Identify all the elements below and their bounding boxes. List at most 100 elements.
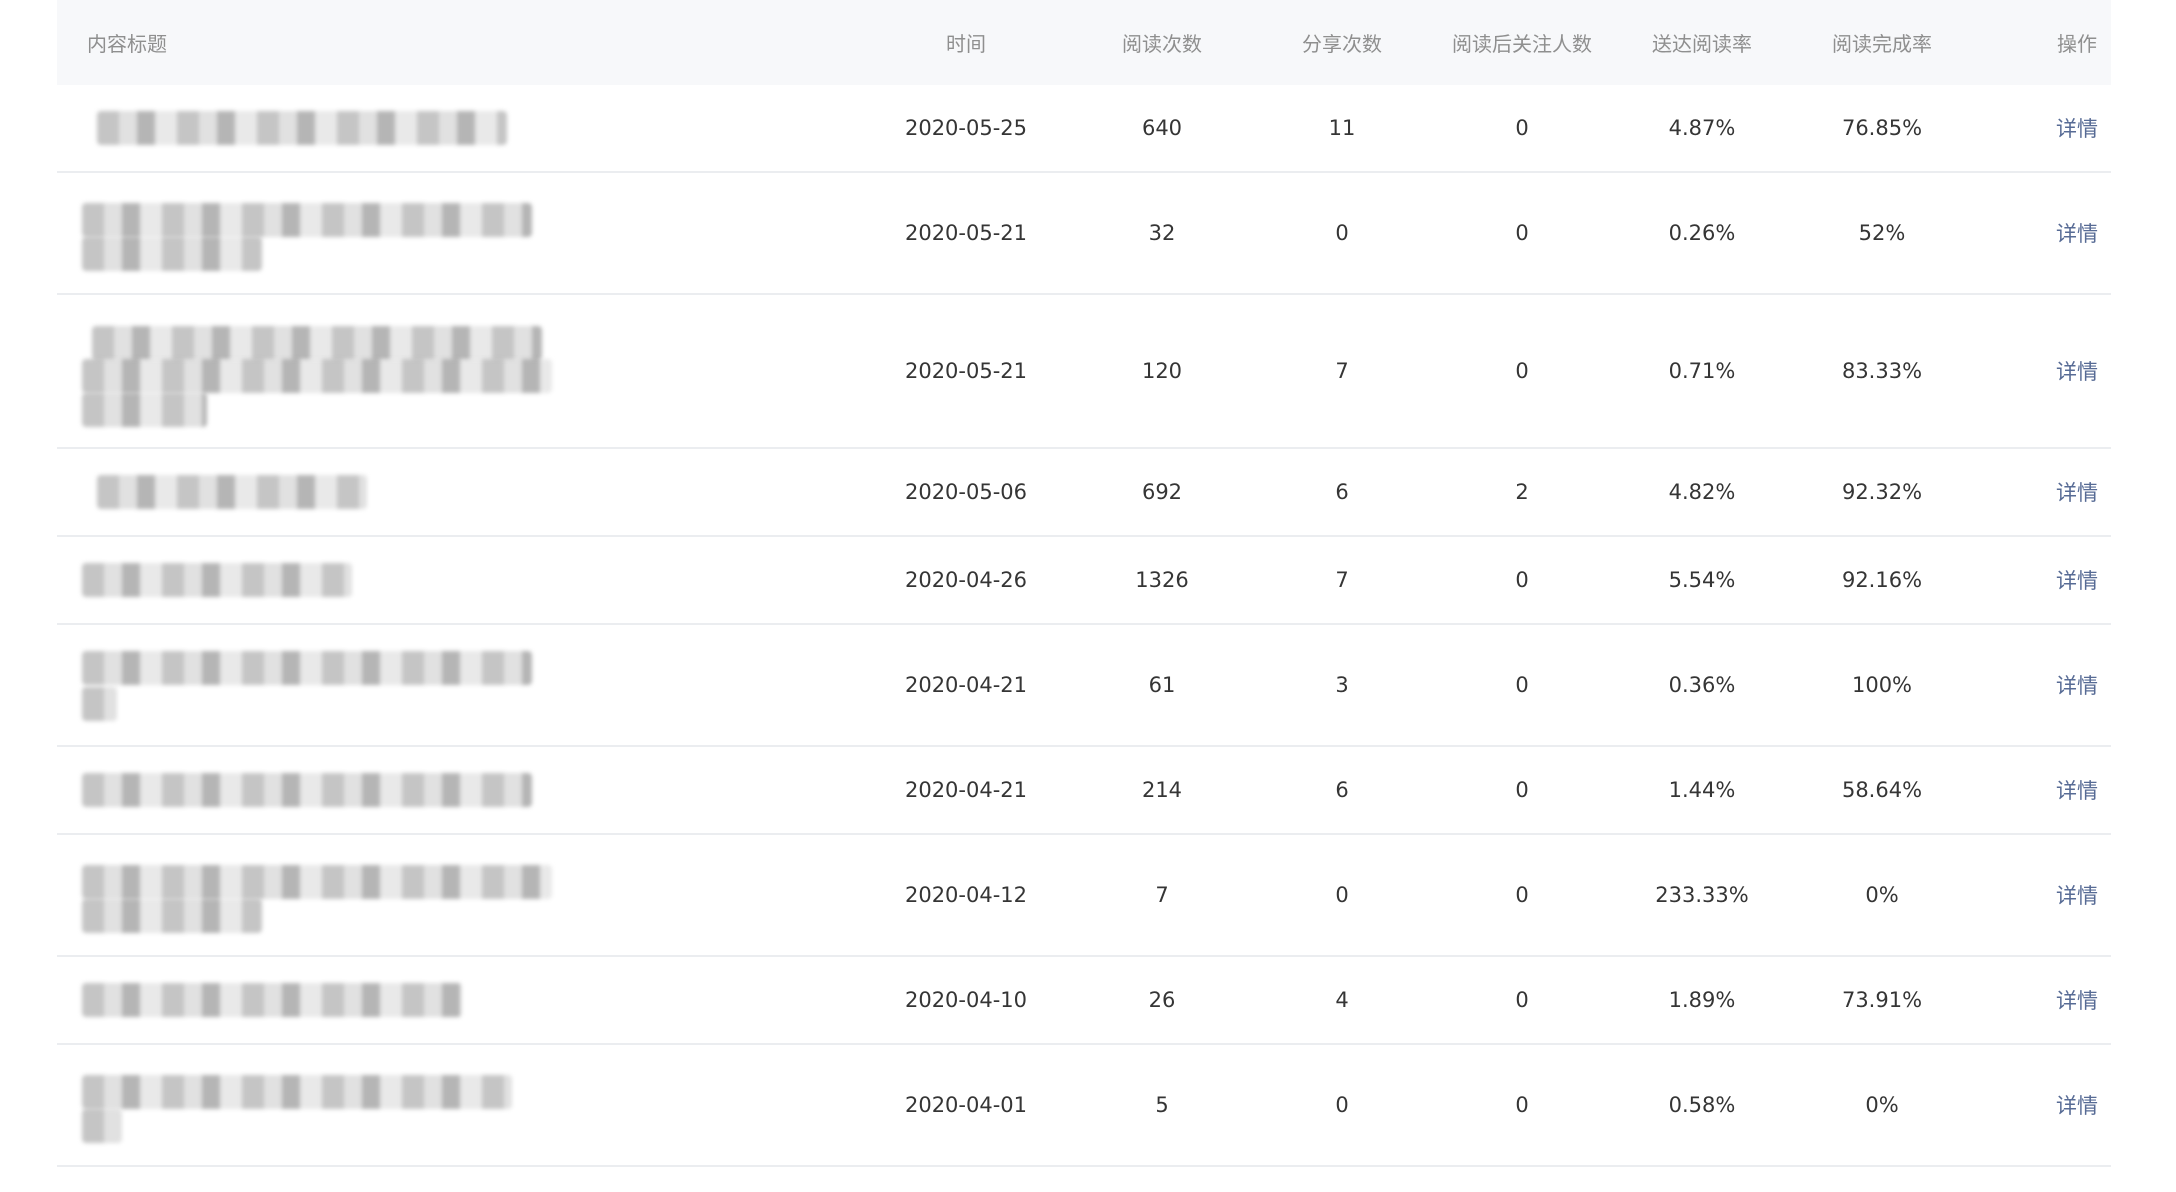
title-blurred	[82, 295, 687, 447]
table-row: 2020-04-01 5 0 0 0.58% 0% 详情	[57, 1045, 2111, 1167]
delivery-rate-cell: 4.87%	[1668, 116, 1736, 140]
details-link[interactable]: 详情	[2056, 670, 2098, 700]
delivery-rate-cell: 0.26%	[1668, 221, 1736, 245]
details-link[interactable]: 详情	[2056, 356, 2098, 386]
details-link[interactable]: 详情	[2056, 775, 2098, 805]
delivery-rate-cell: 5.54%	[1668, 568, 1736, 592]
shares-cell: 7	[1335, 359, 1349, 383]
title-blurred	[87, 449, 687, 535]
details-link[interactable]: 详情	[2056, 985, 2098, 1015]
completion-rate-cell: 73.91%	[1841, 988, 1923, 1012]
shares-cell: 3	[1335, 673, 1349, 697]
table-row: 2020-05-06 692 6 2 4.82% 92.32% 详情	[57, 449, 2111, 537]
follows-cell: 0	[1515, 673, 1529, 697]
table-row: 2020-05-25 640 11 0 4.87% 76.85% 详情	[57, 85, 2111, 173]
header-delivery-rate: 送达阅读率	[1652, 32, 1752, 56]
header-reads: 阅读次数	[1122, 32, 1202, 56]
shares-cell: 0	[1335, 883, 1349, 907]
article-stats-page: 内容标题 时间 阅读次数 分享次数 阅读后关注人数 送达阅读率 阅读完成率 操作…	[0, 0, 2176, 1192]
title-blurred	[82, 747, 687, 833]
reads-cell: 5	[1155, 1093, 1169, 1117]
details-link-cell: 详情	[1977, 625, 2176, 745]
follows-cell: 2	[1515, 480, 1529, 504]
completion-rate-cell: 92.32%	[1841, 480, 1923, 504]
header-title: 内容标题	[87, 32, 167, 56]
article-stats-table: 内容标题 时间 阅读次数 分享次数 阅读后关注人数 送达阅读率 阅读完成率 操作…	[57, 0, 2111, 1167]
details-link-cell: 详情	[1977, 957, 2176, 1043]
details-link[interactable]: 详情	[2056, 1090, 2098, 1120]
details-link-cell: 详情	[1977, 747, 2176, 833]
delivery-rate-cell: 1.44%	[1668, 778, 1736, 802]
shares-cell: 7	[1335, 568, 1349, 592]
details-link[interactable]: 详情	[2056, 218, 2098, 248]
follows-cell: 0	[1515, 988, 1529, 1012]
delivery-rate-cell: 1.89%	[1668, 988, 1736, 1012]
details-link-cell: 详情	[1977, 537, 2176, 623]
title-blurred	[82, 957, 687, 1043]
follows-cell: 0	[1515, 359, 1529, 383]
delivery-rate-cell: 0.58%	[1668, 1093, 1736, 1117]
reads-cell: 32	[1148, 221, 1176, 245]
table-row: 2020-05-21 32 0 0 0.26% 52% 详情	[57, 173, 2111, 295]
title-blurred	[82, 1045, 687, 1165]
title-blurred	[82, 173, 687, 293]
shares-cell: 11	[1328, 116, 1356, 140]
delivery-rate-cell: 0.71%	[1668, 359, 1736, 383]
details-link[interactable]: 详情	[2056, 565, 2098, 595]
delivery-rate-cell: 233.33%	[1655, 883, 1749, 907]
title-blurred	[82, 537, 687, 623]
details-link[interactable]: 详情	[2056, 113, 2098, 143]
table-row: 2020-04-26 1326 7 0 5.54% 92.16% 详情	[57, 537, 2111, 625]
table-row: 2020-04-21 61 3 0 0.36% 100% 详情	[57, 625, 2111, 747]
title-blurred	[82, 625, 687, 745]
reads-cell: 214	[1141, 778, 1183, 802]
header-completion-rate: 阅读完成率	[1832, 32, 1932, 56]
details-link-cell: 详情	[1977, 173, 2176, 293]
completion-rate-cell: 92.16%	[1841, 568, 1923, 592]
table-row: 2020-04-21 214 6 0 1.44% 58.64% 详情	[57, 747, 2111, 835]
shares-cell: 0	[1335, 1093, 1349, 1117]
completion-rate-cell: 100%	[1851, 673, 1913, 697]
shares-cell: 0	[1335, 221, 1349, 245]
follows-cell: 0	[1515, 116, 1529, 140]
details-link[interactable]: 详情	[2056, 880, 2098, 910]
header-follows: 阅读后关注人数	[1452, 32, 1592, 56]
details-link-cell: 详情	[1977, 85, 2176, 171]
table-row: 2020-05-21 120 7 0 0.71% 83.33% 详情	[57, 295, 2111, 449]
header-shares: 分享次数	[1302, 32, 1382, 56]
header-action: 操作	[2057, 32, 2097, 56]
completion-rate-cell: 83.33%	[1841, 359, 1923, 383]
reads-cell: 7	[1155, 883, 1169, 907]
follows-cell: 0	[1515, 568, 1529, 592]
follows-cell: 0	[1515, 221, 1529, 245]
delivery-rate-cell: 4.82%	[1668, 480, 1736, 504]
table-row: 2020-04-12 7 0 0 233.33% 0% 详情	[57, 835, 2111, 957]
details-link[interactable]: 详情	[2056, 477, 2098, 507]
table-header: 内容标题 时间 阅读次数 分享次数 阅读后关注人数 送达阅读率 阅读完成率 操作	[57, 0, 2111, 85]
reads-cell: 120	[1141, 359, 1183, 383]
reads-cell: 640	[1141, 116, 1183, 140]
table-row: 2020-04-10 26 4 0 1.89% 73.91% 详情	[57, 957, 2111, 1045]
completion-rate-cell: 58.64%	[1841, 778, 1923, 802]
follows-cell: 0	[1515, 1093, 1529, 1117]
details-link-cell: 详情	[1977, 295, 2176, 447]
details-link-cell: 详情	[1977, 835, 2176, 955]
completion-rate-cell: 76.85%	[1841, 116, 1923, 140]
reads-cell: 61	[1148, 673, 1176, 697]
completion-rate-cell: 52%	[1858, 221, 1906, 245]
completion-rate-cell: 0%	[1865, 883, 1899, 907]
completion-rate-cell: 0%	[1865, 1093, 1899, 1117]
shares-cell: 6	[1335, 778, 1349, 802]
title-blurred	[82, 835, 687, 955]
reads-cell: 1326	[1135, 568, 1189, 592]
title-blurred	[87, 85, 687, 171]
reads-cell: 692	[1141, 480, 1183, 504]
delivery-rate-cell: 0.36%	[1668, 673, 1736, 697]
reads-cell: 26	[1148, 988, 1176, 1012]
shares-cell: 4	[1335, 988, 1349, 1012]
details-link-cell: 详情	[1977, 449, 2176, 535]
shares-cell: 6	[1335, 480, 1349, 504]
details-link-cell: 详情	[1977, 1045, 2176, 1165]
follows-cell: 0	[1515, 778, 1529, 802]
follows-cell: 0	[1515, 883, 1529, 907]
